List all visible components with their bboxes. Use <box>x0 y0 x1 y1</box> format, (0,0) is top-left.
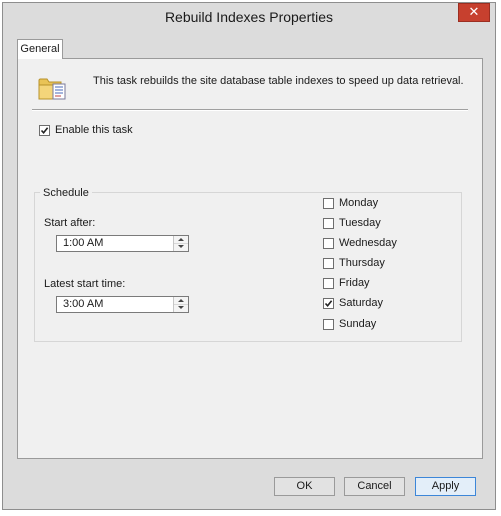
ok-button[interactable]: OK <box>274 477 335 496</box>
checkmark-icon <box>40 127 49 135</box>
latest-start-input[interactable]: 3:00 AM <box>56 296 189 313</box>
day-checkbox-monday[interactable] <box>323 198 334 209</box>
general-tab-panel: This task rebuilds the site database tab… <box>17 58 483 459</box>
day-label-saturday: Saturday <box>339 297 384 309</box>
day-label-wednesday: Wednesday <box>339 237 397 249</box>
day-label-thursday: Thursday <box>339 257 385 269</box>
close-icon: ✕ <box>468 4 480 19</box>
spin-down-icon[interactable] <box>174 243 188 250</box>
latest-start-spinner[interactable] <box>173 297 188 312</box>
day-label-friday: Friday <box>339 277 370 289</box>
title-bar[interactable]: Rebuild Indexes Properties ✕ <box>3 3 495 31</box>
latest-start-label: Latest start time: <box>44 278 126 290</box>
schedule-group-label: Schedule <box>40 187 92 199</box>
day-checkbox-thursday[interactable] <box>323 258 334 269</box>
close-button[interactable]: ✕ <box>458 3 490 22</box>
task-description: This task rebuilds the site database tab… <box>93 75 464 87</box>
day-checkbox-wednesday[interactable] <box>323 238 334 249</box>
cancel-button[interactable]: Cancel <box>344 477 405 496</box>
tab-general[interactable]: General <box>17 39 63 59</box>
separator <box>32 109 468 111</box>
folder-document-icon <box>38 78 66 100</box>
day-checkbox-sunday[interactable] <box>323 319 334 330</box>
day-checkbox-tuesday[interactable] <box>323 218 334 229</box>
day-label-monday: Monday <box>339 197 379 209</box>
apply-button[interactable]: Apply <box>415 477 476 496</box>
day-checkbox-saturday[interactable] <box>323 298 334 309</box>
properties-dialog: Rebuild Indexes Properties ✕ General Thi… <box>2 2 496 510</box>
start-after-input[interactable]: 1:00 AM <box>56 235 189 252</box>
latest-start-value: 3:00 AM <box>63 298 104 310</box>
start-after-value: 1:00 AM <box>63 237 104 249</box>
start-after-spinner[interactable] <box>173 236 188 251</box>
enable-task-checkbox[interactable] <box>39 125 50 136</box>
checkmark-icon <box>324 300 333 308</box>
day-label-tuesday: Tuesday <box>339 217 381 229</box>
start-after-label: Start after: <box>44 217 96 229</box>
window-title: Rebuild Indexes Properties <box>164 9 334 25</box>
schedule-group <box>34 192 462 342</box>
enable-task-label: Enable this task <box>55 124 133 136</box>
day-label-sunday: Sunday <box>339 318 377 330</box>
day-checkbox-friday[interactable] <box>323 278 334 289</box>
spin-down-icon[interactable] <box>174 304 188 311</box>
